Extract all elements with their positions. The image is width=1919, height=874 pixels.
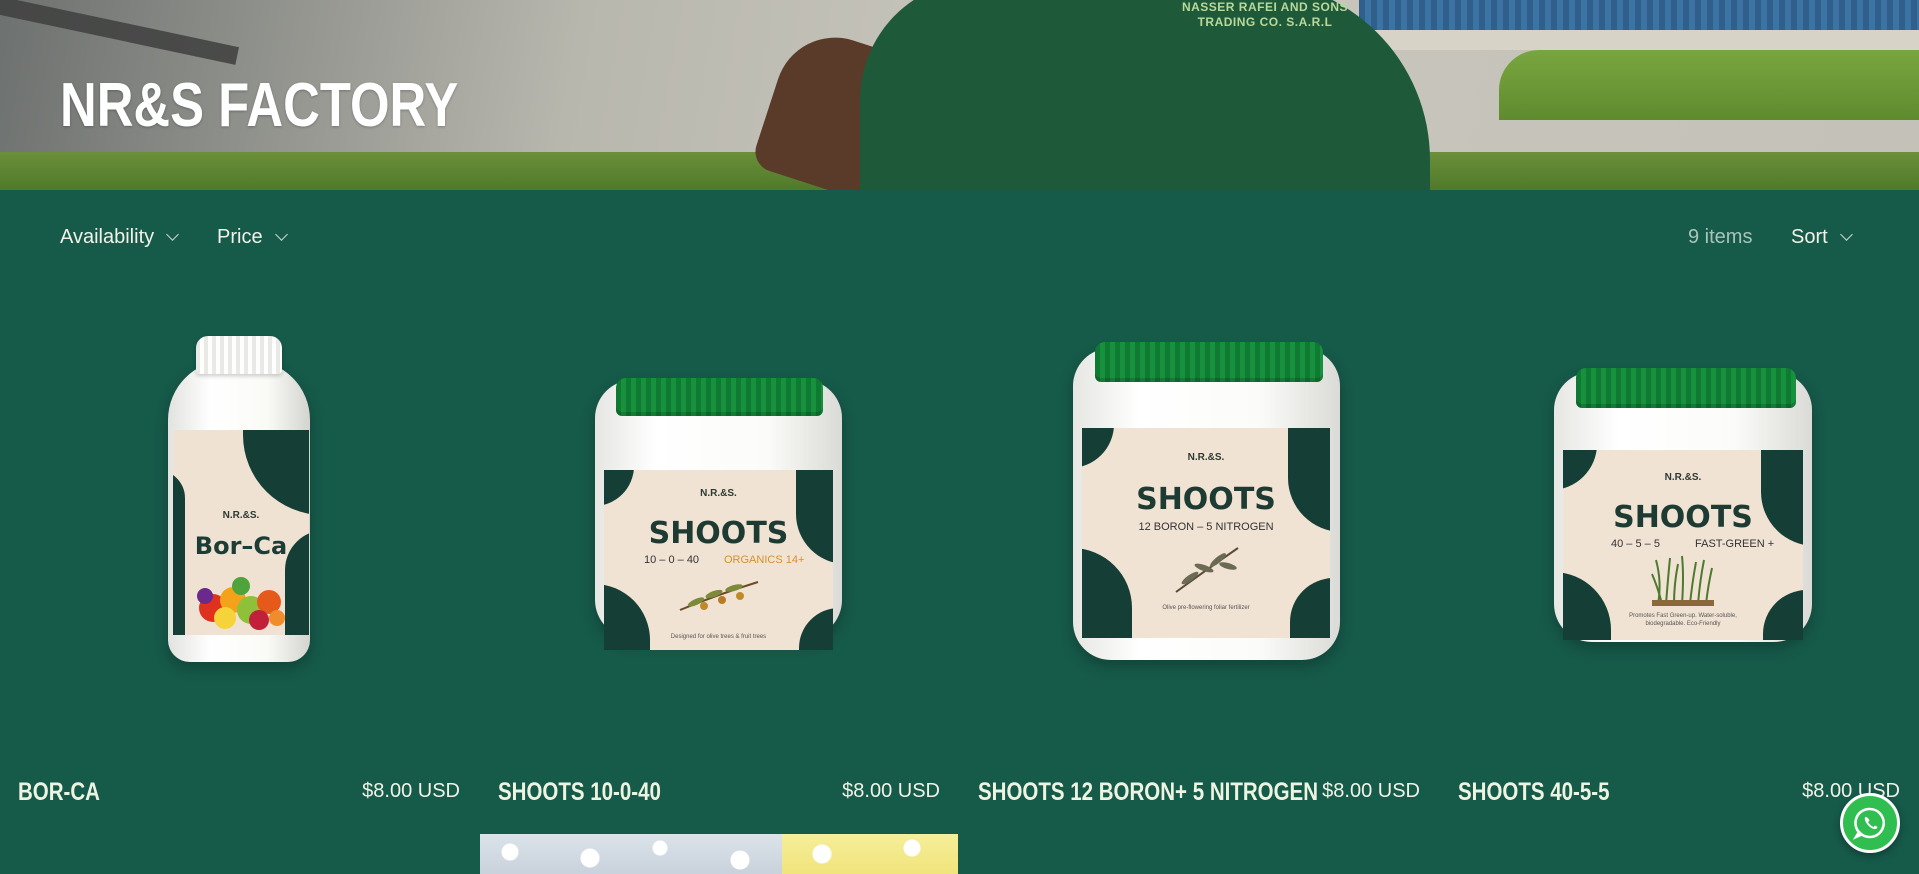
label-title: SHOOTS [1136,482,1276,517]
jar-lid [616,378,823,416]
product-title[interactable]: BOR-CA [18,778,100,807]
label-variant: FAST-GREEN + [1695,538,1775,550]
hero-curb [1359,30,1919,50]
whatsapp-icon [1853,807,1886,840]
hero-pool [1359,0,1919,34]
label-title: Bor–Ca [194,532,288,560]
label-decoration [799,608,833,650]
bottle-cap [196,336,282,374]
facet-filter-bar: Availability Price 9 items Sort [0,190,1919,280]
label-variant: ORGANICS 14+ [724,554,805,566]
label-title: SHOOTS [648,516,789,551]
product-price: $8.00 USD [1322,780,1420,802]
label-brand: N.R.&S. [700,488,737,499]
page-title: NR&S FACTORY [60,71,459,140]
jar-label: N.R.&S. SHOOTS 10 – 0 – 40 ORGANICS 14+ … [604,470,833,650]
label-title: SHOOTS [1613,500,1753,535]
price-filter-label: Price [217,225,263,248]
label-decoration [1290,578,1330,638]
shirt-text-line2: TRADING CO. S.A.R.L [1197,15,1333,29]
availability-filter[interactable]: Availability [60,222,179,252]
product-price: $8.00 USD [362,780,460,802]
next-product-image[interactable] [782,834,958,874]
product-card[interactable]: N.R.&S. SHOOTS 12 BORON – 5 NITROGEN Oli… [960,280,1440,830]
label-decoration [1563,572,1611,640]
chevron-down-icon [166,227,179,241]
olive-branch-illustration [1175,547,1239,593]
olive-branch-illustration [679,581,758,611]
jar-label: N.R.&S. SHOOTS 12 BORON – 5 NITROGEN Oli… [1082,428,1330,638]
sort-label: Sort [1791,225,1828,248]
label-formula: 40 – 5 – 5 [1611,538,1660,550]
label-brand: N.R.&S. [1187,452,1225,463]
label-formula: 10 – 0 – 40 [644,554,700,566]
label-decoration [1563,450,1597,490]
label-brand: N.R.&S. [222,510,260,521]
product-grid: N.R.&S. Bor–Ca BOR-CA $8.00 USD N.R.&S. … [0,280,1919,874]
availability-filter-label: Availability [60,225,155,248]
label-note: Designed for olive trees & fruit trees [670,634,767,640]
bottle-label: N.R.&S. Bor–Ca [173,430,309,635]
hero-shirt-text: NASSER RAFEI AND SONS TRADING CO. S.A.R.… [1150,0,1380,30]
jar-lid [1576,368,1796,408]
label-decoration [1763,590,1803,640]
label-decoration [1082,548,1132,638]
product-title[interactable]: SHOOTS 12 BORON+ 5 NITROGEN [978,778,1318,807]
label-formula: 12 BORON – 5 NITROGEN [1138,521,1274,533]
product-count: 9 items [1688,225,1753,248]
chevron-down-icon [274,227,288,241]
product-title[interactable]: SHOOTS 10-0-40 [498,778,661,807]
product-card[interactable]: N.R.&S. Bor–Ca BOR-CA $8.00 USD [0,280,480,830]
fruit-illustration [197,577,285,630]
next-product-image[interactable] [480,834,782,874]
sort-dropdown[interactable]: Sort [1791,222,1853,252]
jar-label: N.R.&S. SHOOTS 40 – 5 – 5 FAST-GREEN + P… [1563,450,1803,640]
jar-lid [1095,342,1323,382]
collection-hero-banner: NASSER RAFEI AND SONS TRADING CO. S.A.R.… [0,0,1919,190]
product-image[interactable]: N.R.&S. SHOOTS 40 – 5 – 5 FAST-GREEN + P… [1440,280,1919,750]
label-note: Olive pre-flowering foliar fertilizer [1162,605,1250,611]
hero-grass-right [1499,50,1919,120]
label-decoration [243,430,309,515]
label-note: Promotes Fast Green-up. Water-soluble, b… [1629,613,1737,627]
chevron-down-icon [1839,227,1853,241]
product-card[interactable]: N.R.&S. SHOOTS 10 – 0 – 40 ORGANICS 14+ … [480,280,960,830]
product-card[interactable]: N.R.&S. SHOOTS 40 – 5 – 5 FAST-GREEN + P… [1440,280,1919,830]
shirt-text-line1: NASSER RAFEI AND SONS [1181,0,1349,14]
product-image[interactable]: N.R.&S. SHOOTS 10 – 0 – 40 ORGANICS 14+ … [480,280,960,750]
price-filter[interactable]: Price [217,222,288,252]
grass-illustration [1651,555,1714,606]
product-price: $8.00 USD [842,780,940,802]
label-brand: N.R.&S. [1664,472,1702,483]
product-image[interactable]: N.R.&S. Bor–Ca [0,280,480,750]
whatsapp-chat-button[interactable] [1840,793,1900,853]
product-image[interactable]: N.R.&S. SHOOTS 12 BORON – 5 NITROGEN Oli… [960,280,1440,750]
product-title[interactable]: SHOOTS 40-5-5 [1458,778,1610,807]
